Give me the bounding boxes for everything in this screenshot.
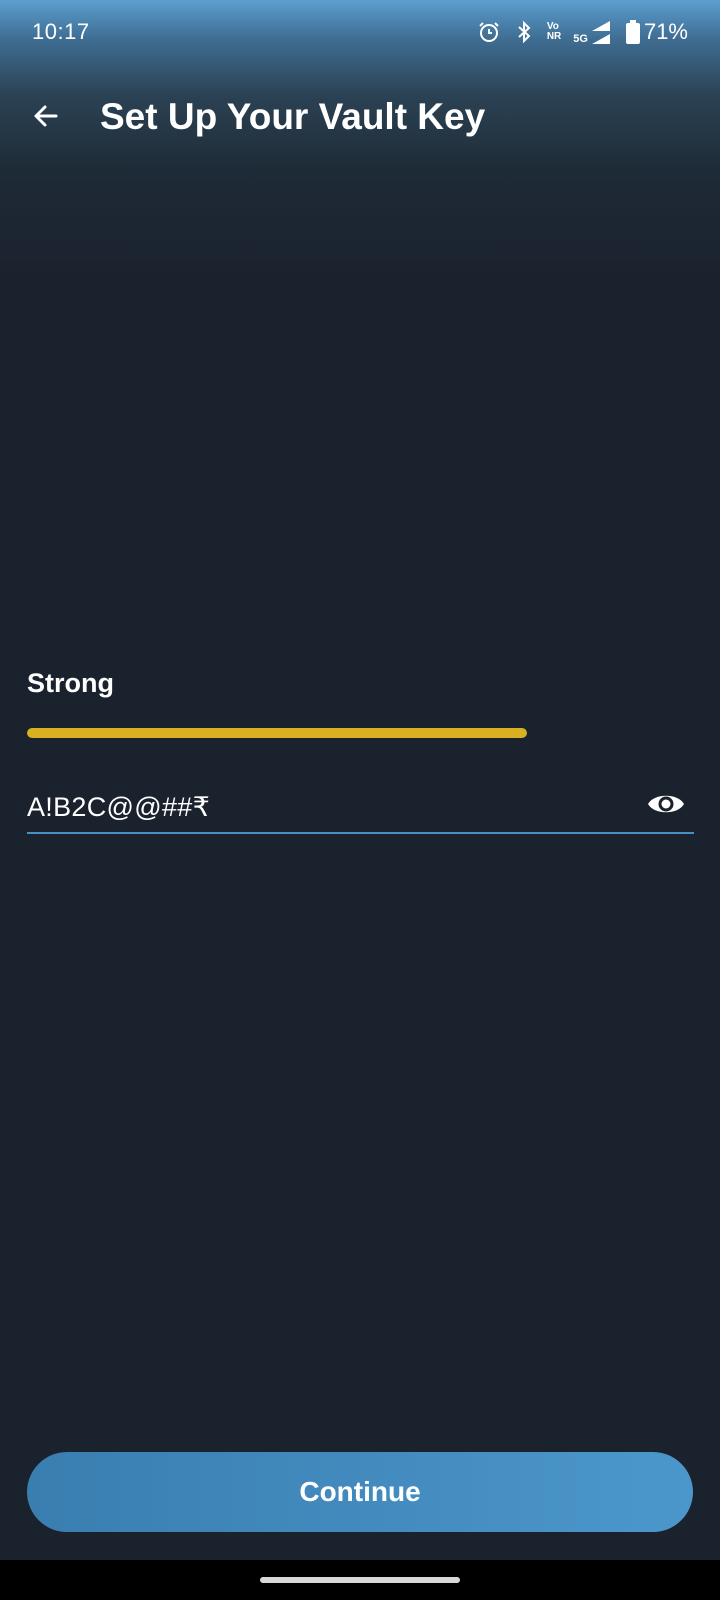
battery-percent: 71% [643, 19, 688, 44]
battery-indicator: 71% [625, 19, 688, 45]
battery-icon [625, 20, 640, 44]
navigation-bar [0, 1560, 720, 1600]
strength-meter-fill [27, 728, 527, 738]
toggle-visibility-button[interactable] [642, 782, 690, 826]
arrow-left-icon [34, 105, 58, 127]
app-bar: Set Up Your Vault Key [0, 84, 720, 148]
page-title: Set Up Your Vault Key [100, 96, 486, 137]
alarm-icon [477, 20, 501, 44]
signal-icon: 5G [573, 19, 614, 45]
volte-icon: Vo NR [547, 22, 561, 42]
bluetooth-icon [513, 20, 535, 44]
continue-label: Continue [299, 1476, 421, 1507]
status-icons: Vo NR 5G 71% [477, 17, 688, 47]
strength-meter [27, 728, 527, 738]
nr-label: NR [546, 31, 562, 42]
home-gesture-handle[interactable] [260, 1577, 460, 1583]
vault-key-input[interactable]: A!B2C@@##₹ [27, 792, 210, 823]
status-time: 10:17 [32, 19, 90, 44]
5g-label: 5G [573, 33, 588, 45]
status-bar: 10:17 Vo NR 5G 71% [0, 0, 720, 64]
vault-key-field[interactable]: A!B2C@@##₹ [27, 790, 694, 834]
eye-icon [648, 795, 684, 813]
continue-button[interactable]: Continue [27, 1452, 693, 1532]
strength-label: Strong [27, 668, 114, 698]
back-button[interactable] [22, 92, 70, 140]
